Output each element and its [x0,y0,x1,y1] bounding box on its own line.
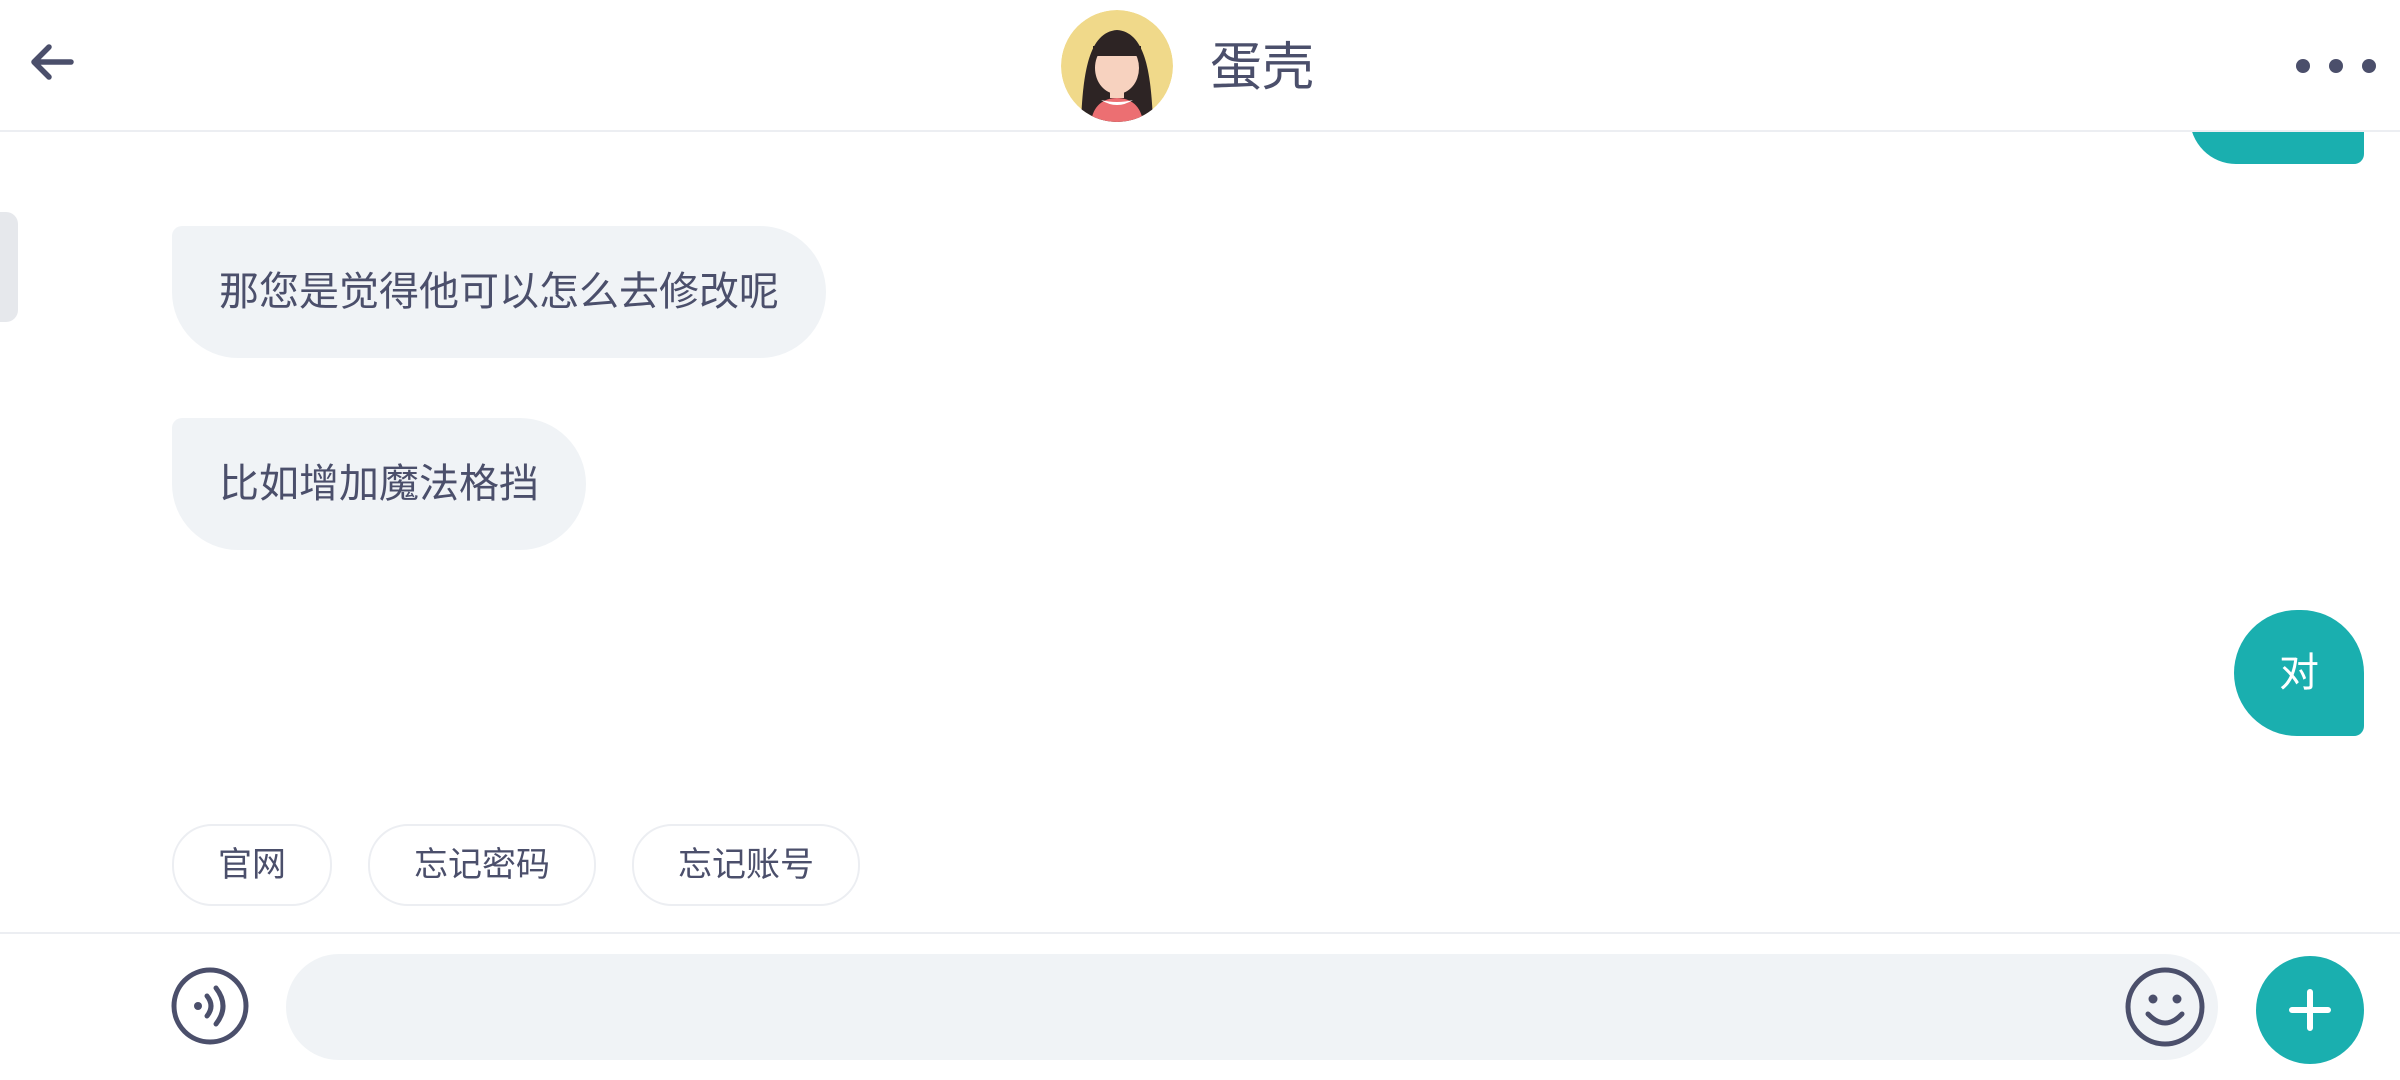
side-drawer-handle[interactable] [0,212,18,322]
incoming-message-bubble: 那您是觉得他可以怎么去修改呢 [172,226,826,358]
chat-header: 蛋壳 [0,0,2400,132]
outgoing-message-bubble: 对 [2234,610,2364,736]
voice-input-button[interactable] [170,966,250,1046]
quick-reply-bar: 官网 忘记密码 忘记账号 [172,824,860,906]
voice-icon [171,967,249,1045]
message-input[interactable] [286,954,2218,1060]
incoming-message-bubble: 比如增加魔法格挡 [172,418,586,550]
quick-reply-official-site[interactable]: 官网 [172,824,332,906]
more-horizontal-icon [2296,59,2310,73]
emoji-icon [2125,967,2205,1047]
input-bar [0,932,2400,1080]
chat-screen: 蛋壳 那您是觉得他可以怎么去修改呢 比如增加魔法格挡 对 官网 忘记密码 忘记账… [0,0,2400,1080]
emoji-button[interactable] [2124,966,2206,1048]
avatar[interactable] [1061,10,1173,122]
arrow-left-icon [31,44,74,80]
quick-reply-forgot-password[interactable]: 忘记密码 [368,824,596,906]
add-attachment-button[interactable] [2256,956,2364,1064]
back-button[interactable] [22,32,82,92]
plus-icon [2289,989,2331,1031]
more-options-button[interactable] [2296,36,2376,96]
more-horizontal-icon [2362,59,2376,73]
contact-name: 蛋壳 [1210,38,1315,98]
outgoing-message-bubble-partial [2190,132,2364,164]
more-horizontal-icon [2329,59,2343,73]
avatar-girl-icon [1061,10,1173,122]
quick-reply-forgot-account[interactable]: 忘记账号 [632,824,860,906]
message-list[interactable]: 那您是觉得他可以怎么去修改呢 比如增加魔法格挡 对 [0,132,2400,932]
